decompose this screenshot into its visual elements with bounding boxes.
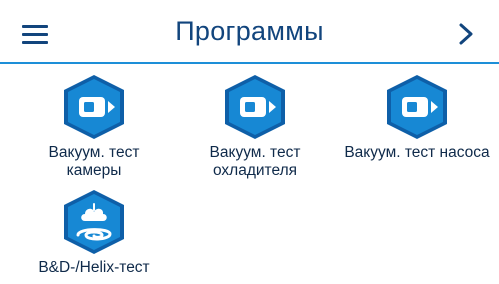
bowie-dick-helix-icon (64, 190, 124, 254)
program-label: Вакуум. тест (209, 144, 301, 161)
program-label: Вакуум. тест насоса (344, 144, 490, 161)
program-label: Вакуум. тест (48, 144, 140, 161)
program-tile-bd-helix[interactable]: B&D-/Helix-тест (14, 188, 174, 277)
program-tile-vacuum-cooler[interactable]: Вакуум. тест охладителя (175, 73, 335, 180)
next-page-button[interactable] (446, 17, 486, 51)
program-label: охладителя (212, 162, 298, 179)
program-tile-vacuum-chamber[interactable]: Вакуум. тест камеры (14, 73, 174, 180)
vacuum-test-icon (387, 75, 447, 139)
vacuum-test-icon (64, 75, 124, 139)
program-tile-vacuum-pump[interactable]: Вакуум. тест насоса (337, 73, 497, 162)
screen: Программы Вакуум. тест камеры Вакуум. те… (0, 0, 499, 284)
chevron-right-icon (459, 23, 473, 45)
program-label: B&D-/Helix-тест (38, 259, 150, 276)
page-title: Программы (175, 16, 324, 46)
program-label: камеры (66, 162, 122, 179)
vacuum-test-icon (225, 75, 285, 139)
header-bar: Программы (0, 0, 499, 64)
